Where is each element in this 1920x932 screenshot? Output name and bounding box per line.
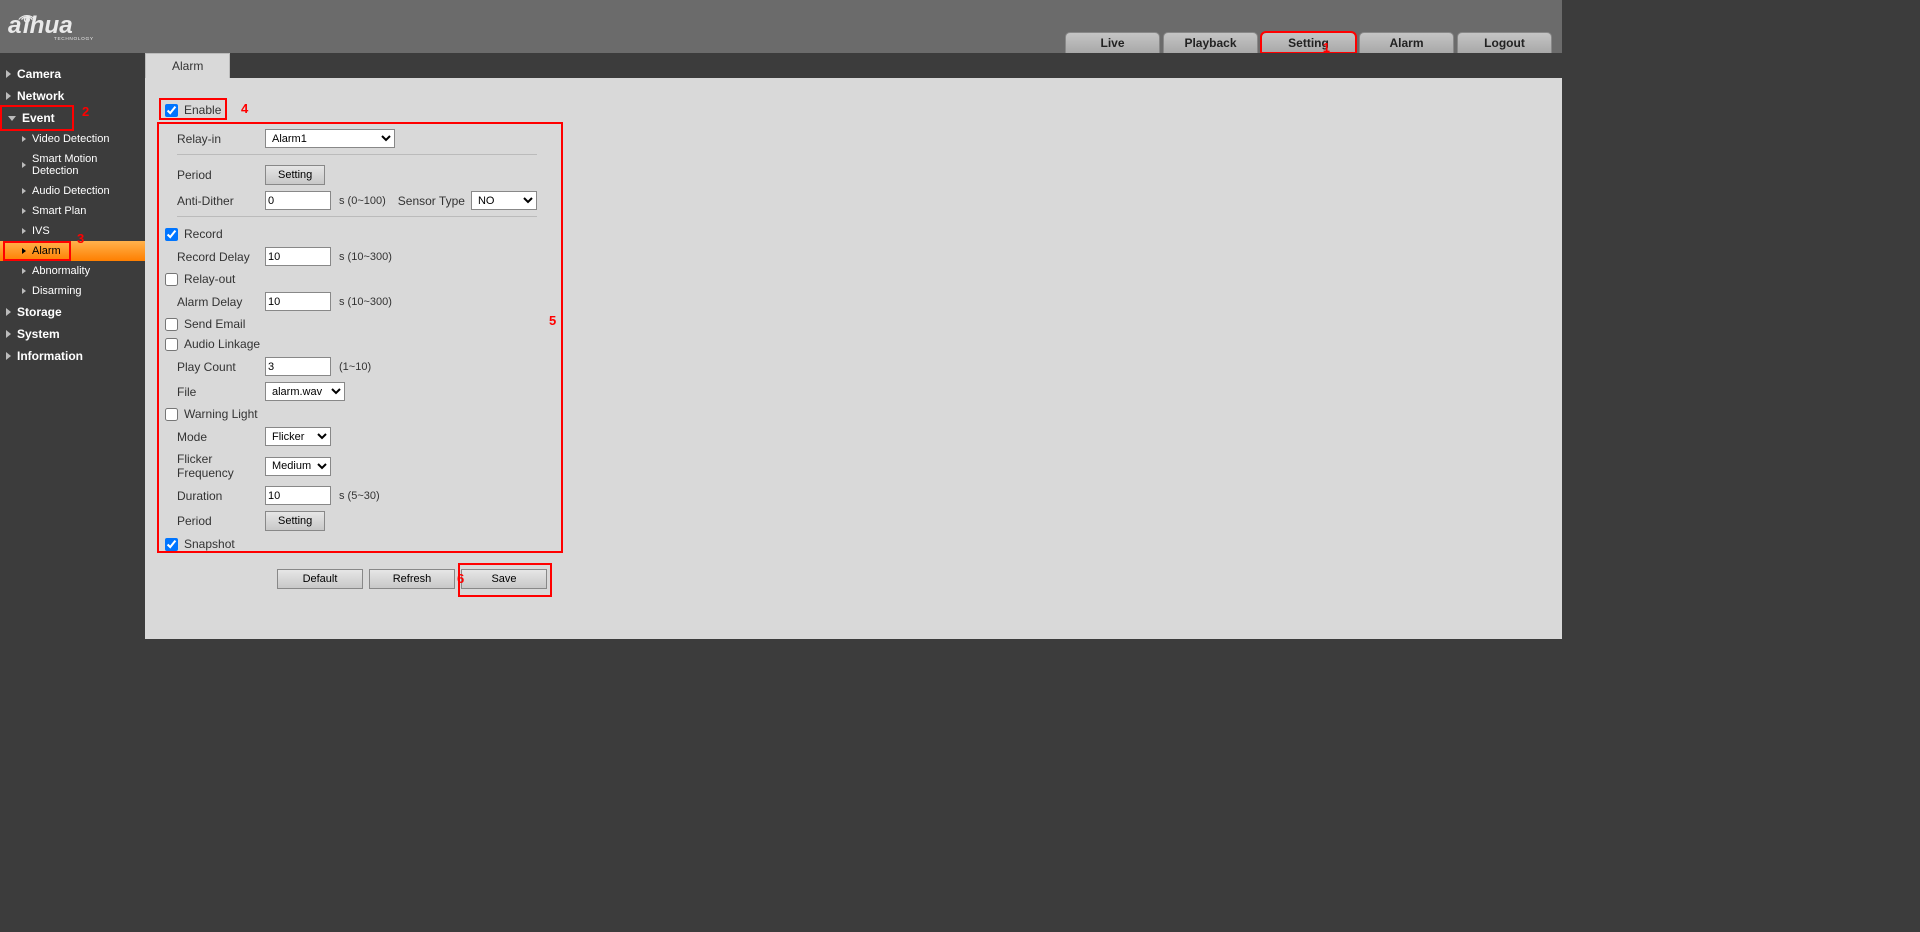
- period-label: Period: [177, 168, 265, 182]
- sidebar: Camera Network Event 2 Video Detection S…: [0, 53, 145, 639]
- flicker-freq-label: Flicker Frequency: [177, 452, 265, 480]
- nav-live[interactable]: Live: [1065, 32, 1160, 53]
- sidebar-label: Video Detection: [32, 133, 109, 145]
- record-delay-input[interactable]: [265, 247, 331, 266]
- record-delay-hint: s (10~300): [339, 251, 392, 263]
- send-email-label: Send Email: [184, 317, 245, 331]
- save-button[interactable]: Save: [461, 569, 547, 589]
- annotation-5: 5: [549, 313, 556, 328]
- sidebar-smart-plan[interactable]: Smart Plan: [0, 201, 145, 221]
- snapshot-label: Snapshot: [184, 537, 235, 551]
- default-button[interactable]: Default: [277, 569, 363, 589]
- tabbar: Alarm: [145, 53, 1562, 78]
- sidebar-label: Disarming: [32, 285, 82, 297]
- period2-label: Period: [177, 514, 265, 528]
- svg-text:a: a: [8, 12, 22, 39]
- nav-playback[interactable]: Playback: [1163, 32, 1258, 53]
- alarm-delay-hint: s (10~300): [339, 296, 392, 308]
- sidebar-ivs[interactable]: IVS: [0, 221, 145, 241]
- snapshot-checkbox[interactable]: [165, 538, 178, 551]
- tab-alarm[interactable]: Alarm: [145, 53, 230, 78]
- refresh-button[interactable]: Refresh: [369, 569, 455, 589]
- nav-alarm[interactable]: Alarm: [1359, 32, 1454, 53]
- annotation-2: 2: [82, 104, 89, 119]
- duration-hint: s (5~30): [339, 490, 380, 502]
- flicker-freq-select[interactable]: Medium: [265, 457, 331, 476]
- relay-out-label: Relay-out: [184, 272, 235, 286]
- sidebar-abnormality[interactable]: Abnormality: [0, 261, 145, 281]
- audio-linkage-checkbox[interactable]: [165, 338, 178, 351]
- sensor-type-label: Sensor Type: [398, 194, 465, 208]
- warning-light-label: Warning Light: [184, 407, 258, 421]
- sensor-type-select[interactable]: NO: [471, 191, 537, 210]
- sidebar-audio-detection[interactable]: Audio Detection: [0, 181, 145, 201]
- play-count-hint: (1~10): [339, 361, 371, 373]
- duration-input[interactable]: [265, 486, 331, 505]
- period2-setting-button[interactable]: Setting: [265, 511, 325, 531]
- logo: a lhua TECHNOLOGY: [8, 8, 143, 46]
- relay-in-select[interactable]: Alarm1: [265, 129, 395, 148]
- mode-label: Mode: [177, 430, 265, 444]
- file-select[interactable]: alarm.wav: [265, 382, 345, 401]
- period-setting-button[interactable]: Setting: [265, 165, 325, 185]
- annotation-6: 6: [457, 571, 464, 586]
- content-panel: Enable 4 Relay-in Alarm1 Period Setting: [145, 78, 1562, 639]
- sidebar-disarming[interactable]: Disarming: [0, 281, 145, 301]
- sidebar-system[interactable]: System: [0, 323, 145, 345]
- svg-text:TECHNOLOGY: TECHNOLOGY: [54, 35, 94, 41]
- sidebar-alarm[interactable]: Alarm: [0, 241, 145, 261]
- mode-select[interactable]: Flicker: [265, 427, 331, 446]
- top-nav: Live Playback Setting Alarm Logout: [1065, 32, 1552, 53]
- anti-dither-hint: s (0~100): [339, 195, 386, 207]
- sidebar-information[interactable]: Information: [0, 345, 145, 367]
- nav-logout[interactable]: Logout: [1457, 32, 1552, 53]
- sidebar-label: Smart Motion Detection: [32, 153, 139, 177]
- alarm-delay-label: Alarm Delay: [177, 295, 265, 309]
- relay-out-checkbox[interactable]: [165, 273, 178, 286]
- sidebar-label: Network: [17, 89, 64, 103]
- sidebar-label: Smart Plan: [32, 205, 86, 217]
- sidebar-event[interactable]: Event: [2, 107, 72, 129]
- sidebar-label: Camera: [17, 67, 61, 81]
- enable-label: Enable: [184, 103, 221, 117]
- file-label: File: [177, 385, 265, 399]
- sidebar-label: IVS: [32, 225, 50, 237]
- play-count-input[interactable]: [265, 357, 331, 376]
- record-checkbox[interactable]: [165, 228, 178, 241]
- enable-checkbox[interactable]: [165, 104, 178, 117]
- audio-linkage-label: Audio Linkage: [184, 337, 260, 351]
- alarm-delay-input[interactable]: [265, 292, 331, 311]
- relay-in-label: Relay-in: [177, 132, 265, 146]
- sidebar-storage[interactable]: Storage: [0, 301, 145, 323]
- sidebar-smart-motion[interactable]: Smart Motion Detection: [0, 149, 145, 181]
- annotation-3: 3: [77, 231, 84, 246]
- duration-label: Duration: [177, 489, 265, 503]
- play-count-label: Play Count: [177, 360, 265, 374]
- anti-dither-label: Anti-Dither: [177, 194, 265, 208]
- anti-dither-input[interactable]: [265, 191, 331, 210]
- sidebar-label: Event: [22, 111, 55, 125]
- sidebar-label: Alarm: [32, 245, 61, 257]
- warning-light-checkbox[interactable]: [165, 408, 178, 421]
- sidebar-label: Storage: [17, 305, 62, 319]
- sidebar-label: Audio Detection: [32, 185, 110, 197]
- sidebar-camera[interactable]: Camera: [0, 63, 145, 85]
- sidebar-label: Information: [17, 349, 83, 363]
- record-label: Record: [184, 227, 223, 241]
- nav-setting[interactable]: Setting: [1261, 32, 1356, 53]
- sidebar-label: Abnormality: [32, 265, 90, 277]
- annotation-4: 4: [241, 101, 248, 116]
- top-header: a lhua TECHNOLOGY Live Playback Setting …: [0, 0, 1562, 53]
- send-email-checkbox[interactable]: [165, 318, 178, 331]
- sidebar-video-detection[interactable]: Video Detection: [0, 129, 145, 149]
- sidebar-label: System: [17, 327, 60, 341]
- sidebar-network[interactable]: Network: [0, 85, 145, 107]
- record-delay-label: Record Delay: [177, 250, 265, 264]
